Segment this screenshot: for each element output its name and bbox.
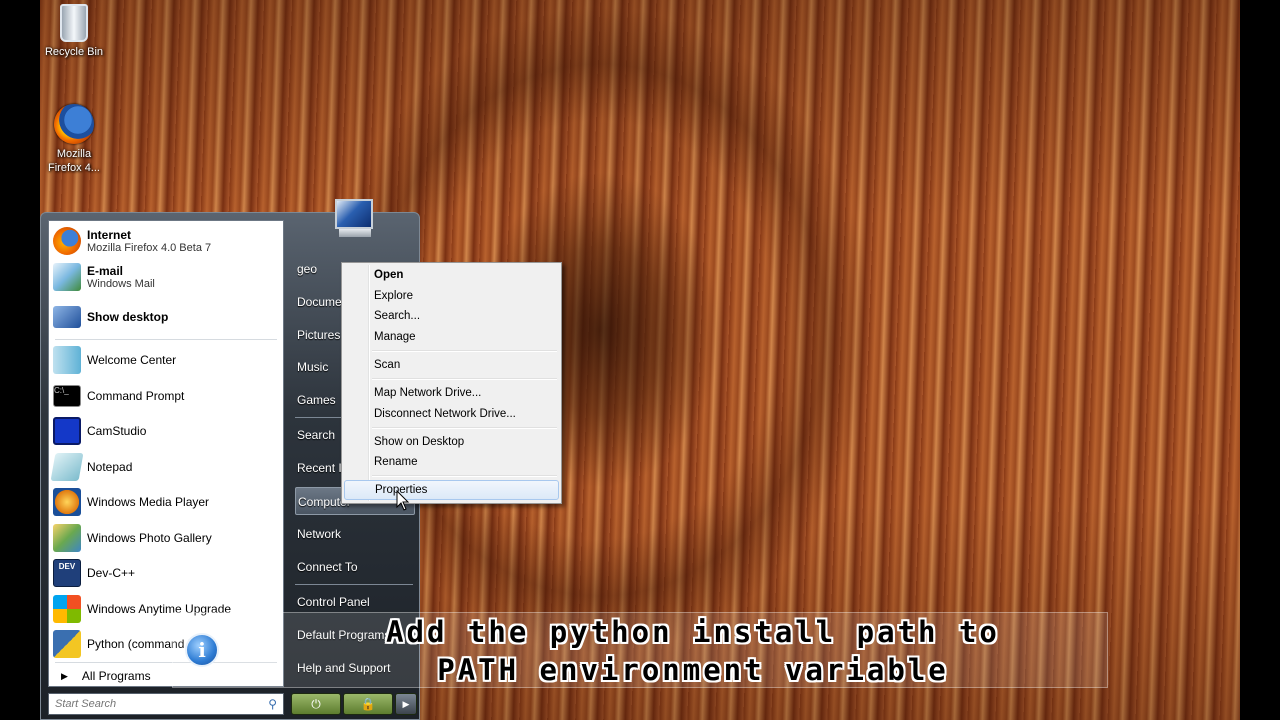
program-label: Dev-C++ — [87, 566, 136, 580]
command-prompt-icon: C:\_ — [53, 385, 81, 407]
ctx-manage[interactable]: Manage — [344, 327, 559, 347]
pinned-subtitle: Mozilla Firefox 4.0 Beta 7 — [87, 242, 212, 254]
power-button[interactable]: ⏻ — [291, 693, 341, 715]
place-network[interactable]: Network — [295, 520, 417, 548]
ctx-rename[interactable]: Rename — [344, 452, 559, 472]
computer-icon — [329, 199, 381, 243]
recycle-bin-icon — [60, 4, 88, 42]
power-controls: ⏻ 🔒 ▶ — [291, 693, 419, 715]
annotation-text: Add the python install path to PATH envi… — [293, 613, 1093, 689]
dev-cpp-icon: DEV — [53, 559, 81, 587]
info-icon: i — [185, 633, 219, 667]
program-label: CamStudio — [87, 424, 147, 438]
mail-icon — [53, 263, 81, 291]
recent-dev-cpp[interactable]: DEV Dev-C++ — [53, 556, 279, 590]
search-icon[interactable]: ⚲ — [268, 697, 277, 711]
program-label: Windows Media Player — [87, 495, 210, 509]
ctx-explore[interactable]: Explore — [344, 286, 559, 306]
camstudio-icon — [53, 417, 81, 445]
tutorial-annotation: i Add the python install path to PATH en… — [172, 612, 1108, 688]
lock-button[interactable]: 🔒 — [343, 693, 393, 715]
ctx-scan[interactable]: Scan — [344, 355, 559, 375]
annotation-line-1: Add the python install path to — [386, 615, 1000, 649]
firefox-icon — [53, 227, 81, 255]
computer-context-menu: Open Explore Search... Manage Scan Map N… — [341, 262, 562, 504]
program-label: Welcome Center — [87, 353, 177, 367]
start-search-box[interactable]: ⚲ — [48, 693, 284, 715]
menu-separator — [372, 427, 557, 429]
notepad-icon — [50, 453, 84, 481]
menu-separator — [55, 339, 277, 340]
annotation-line-2: PATH environment variable — [437, 653, 949, 687]
start-search-input[interactable] — [53, 697, 257, 711]
menu-separator — [372, 378, 557, 380]
power-icon: ⏻ — [311, 697, 321, 711]
right-arrow-icon: ▶ — [402, 699, 410, 709]
ctx-open[interactable]: Open — [344, 265, 559, 285]
pinned-title: Internet — [87, 228, 132, 242]
firefox-icon — [54, 104, 94, 144]
mouse-cursor-icon — [396, 490, 410, 511]
pinned-email[interactable]: E-mail Windows Mail — [53, 260, 279, 294]
media-player-icon — [53, 488, 81, 516]
pinned-title: Show desktop — [87, 310, 169, 324]
recent-media-player[interactable]: Windows Media Player — [53, 485, 279, 519]
ctx-map-network-drive[interactable]: Map Network Drive... — [344, 383, 559, 403]
shutdown-options-button[interactable]: ▶ — [395, 693, 417, 715]
place-connect-to[interactable]: Connect To — [295, 553, 417, 581]
ctx-disconnect-network-drive[interactable]: Disconnect Network Drive... — [344, 404, 559, 424]
program-label: Windows Photo Gallery — [87, 531, 212, 545]
ctx-properties[interactable]: Properties — [344, 480, 559, 500]
letterbox-left — [0, 0, 40, 720]
program-label: Notepad — [87, 460, 133, 474]
right-arrow-icon: ▶ — [61, 670, 68, 681]
pinned-show-desktop[interactable]: Show desktop — [53, 300, 279, 334]
ctx-search[interactable]: Search... — [344, 306, 559, 326]
desktop-icon-firefox[interactable]: Mozilla Firefox 4... — [38, 104, 110, 175]
pinned-subtitle: Windows Mail — [87, 278, 155, 290]
windows-flag-icon — [53, 595, 81, 623]
python-icon — [53, 630, 81, 658]
letterbox-right — [1240, 0, 1280, 720]
welcome-center-icon — [53, 346, 81, 374]
menu-separator — [372, 475, 557, 477]
desktop-icon-label: Recycle Bin — [44, 46, 104, 58]
all-programs-label: All Programs — [81, 669, 151, 683]
pinned-internet[interactable]: Internet Mozilla Firefox 4.0 Beta 7 — [53, 224, 279, 258]
recent-photo-gallery[interactable]: Windows Photo Gallery — [53, 521, 279, 555]
recent-camstudio[interactable]: CamStudio — [53, 414, 279, 448]
photo-gallery-icon — [53, 524, 81, 552]
recent-command-prompt[interactable]: C:\_ Command Prompt — [53, 379, 279, 413]
menu-separator — [372, 350, 557, 352]
recent-welcome-center[interactable]: Welcome Center — [53, 343, 279, 377]
ctx-show-on-desktop[interactable]: Show on Desktop — [344, 432, 559, 452]
lock-icon: 🔒 — [360, 697, 376, 711]
menu-separator — [295, 584, 413, 585]
all-programs-button[interactable]: ▶ All Programs — [53, 668, 151, 684]
desktop-icon-label: Mozilla Firefox 4... — [48, 148, 100, 174]
recent-notepad[interactable]: Notepad — [50, 450, 279, 484]
pinned-title: E-mail — [87, 264, 124, 278]
program-label: Command Prompt — [87, 389, 185, 403]
show-desktop-icon — [53, 306, 81, 328]
desktop-icon-recycle-bin[interactable]: Recycle Bin — [38, 4, 110, 59]
